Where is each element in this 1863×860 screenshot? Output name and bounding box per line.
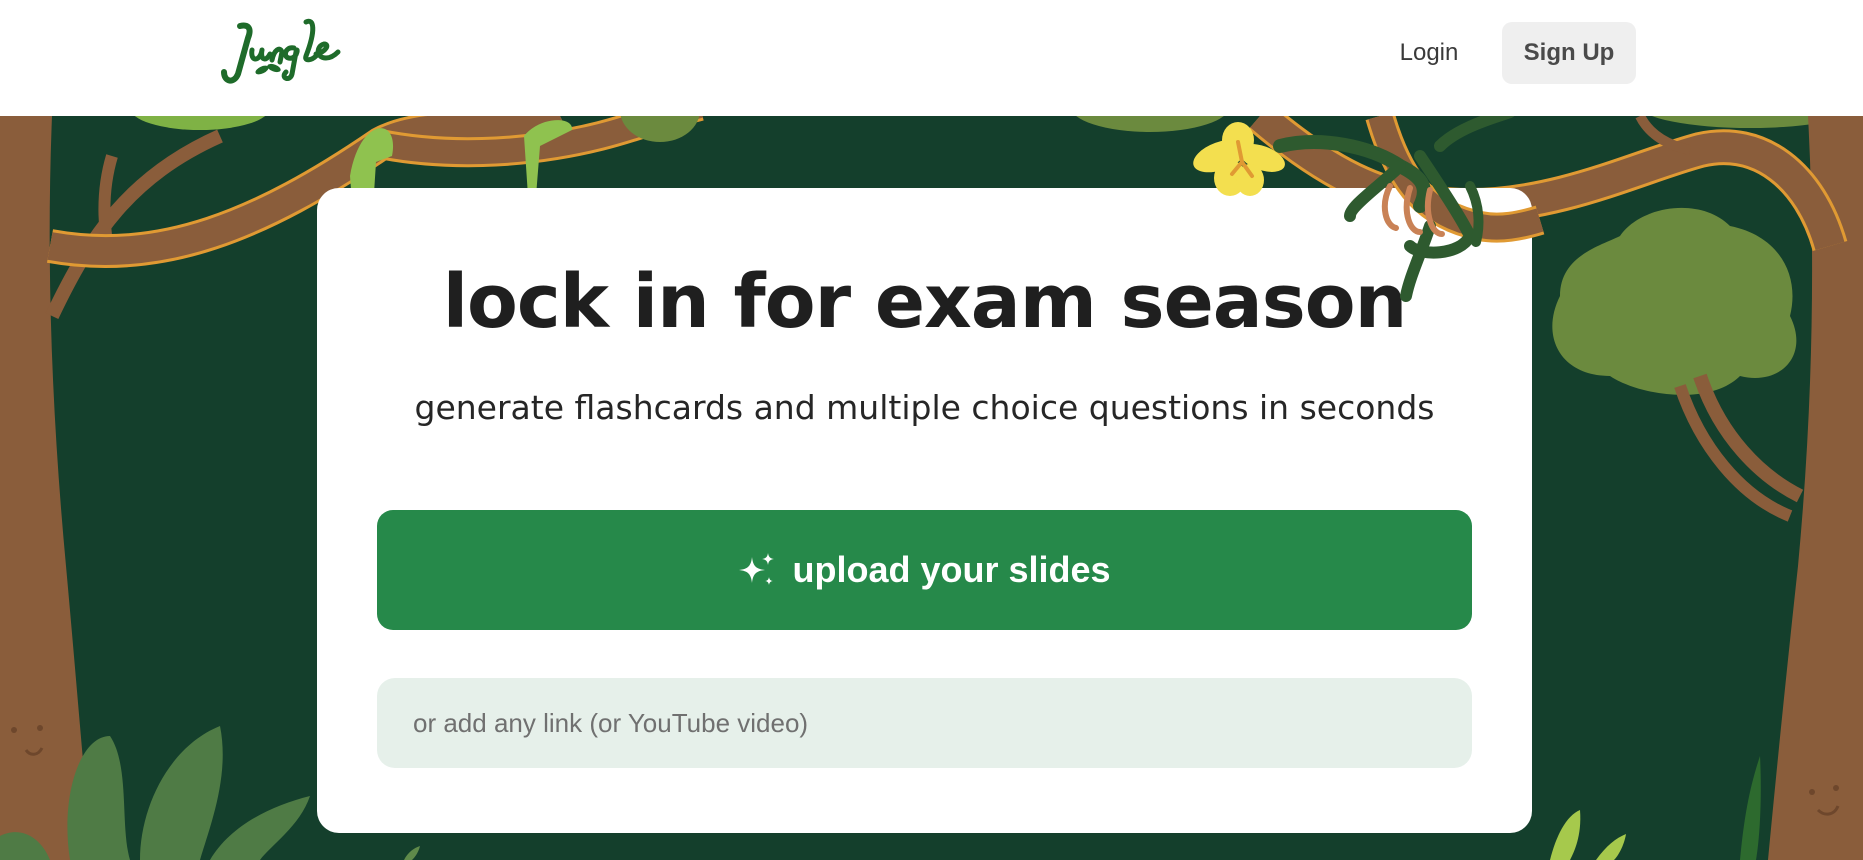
sparkles-icon xyxy=(739,553,775,585)
upload-slides-label: upload your slides xyxy=(792,549,1111,590)
hero-subheadline: generate flashcards and multiple choice … xyxy=(414,388,1435,427)
login-link[interactable]: Login xyxy=(1378,22,1480,84)
upload-slides-button[interactable]: upload your slides xyxy=(377,510,1472,630)
top-nav: Login Sign Up xyxy=(0,0,1863,116)
hero-headline: lock in for exam season xyxy=(442,259,1408,345)
sign-up-button[interactable]: Sign Up xyxy=(1502,22,1636,84)
link-input[interactable] xyxy=(377,678,1472,768)
hero-card: lock in for exam season generate flashca… xyxy=(317,188,1532,833)
jungle-logo[interactable] xyxy=(218,16,342,88)
